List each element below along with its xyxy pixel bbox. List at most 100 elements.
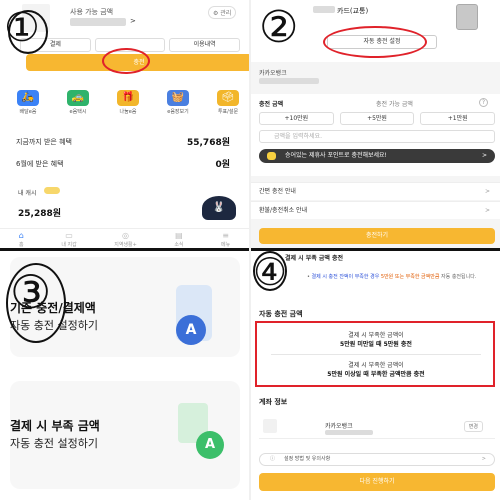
easy-charge-guide-row[interactable]: 간편 충전 안내 >	[251, 182, 500, 200]
help-icon[interactable]: ?	[479, 98, 488, 107]
auto-badge-icon: A	[196, 431, 224, 459]
bank-name: 카카오뱅크	[259, 70, 287, 77]
chevron-right-icon: >	[484, 188, 490, 195]
panel-4-shortfall-settings: 결제 시 부족 금액 충전 ④ • 결제 시 충전 잔액이 부족한 경우 5만원…	[251, 251, 500, 500]
benefit-total-value: 55,768원	[186, 138, 230, 148]
vertical-divider	[249, 0, 251, 500]
account-row: 카카오뱅크 변경	[259, 415, 495, 439]
next-button[interactable]: 다음 진행하기	[259, 473, 495, 491]
chevron-right-icon[interactable]: >	[130, 17, 136, 25]
shortfall-notice: • 결제 시 충전 잔액이 부족한 경우 5만원 또는 부족한 금액만큼 자동 …	[307, 274, 477, 280]
chevron-right-icon: >	[484, 207, 490, 214]
charge-submit-button[interactable]: 충전하기	[259, 228, 495, 244]
highlight-charge-oval	[102, 48, 150, 74]
notice-lead: 결제 시 충전 잔액이 부족한 경우	[311, 274, 380, 280]
refund-guide-row[interactable]: 환불/충전취소 안내 >	[251, 201, 500, 219]
notice-tail: 자동 충전됩니다.	[441, 274, 477, 280]
option-line: 결제 시 부족한 금액이	[348, 332, 404, 339]
shortcut-label: e음장보기	[167, 109, 189, 115]
add-100k-button[interactable]: +10만원	[259, 112, 334, 125]
cash-value: 25,288원	[18, 209, 62, 219]
panel-1-wallet-home: 사용 가능 금액 ⚙ 관리 > 결제 이용내역 충전 ① 🛵 배달e음 🚕 e음…	[0, 0, 249, 249]
basket-icon: 🧺	[167, 90, 189, 106]
history-button[interactable]: 이용내역	[169, 38, 241, 52]
available-amount-label: 사용 가능 금액	[70, 8, 114, 16]
menu-row-label: 간편 충전 안내	[259, 188, 296, 195]
tab-menu[interactable]: ≡ 메뉴	[221, 229, 230, 248]
benefit-june-label: 6월에 받은 혜택	[16, 160, 64, 168]
masked-account	[325, 430, 373, 435]
option-line-bold: 5만원 이상일 때 부족한 금액만큼 충전	[327, 371, 425, 378]
manage-button[interactable]: ⚙ 관리	[208, 6, 237, 19]
bottom-tab-bar: ⌂ 홈 ▭ 내 지갑 ◎ 지역생활+ ▤ 소식 ≡ 메뉴	[0, 228, 249, 248]
amount-input[interactable]: 금액을 입력하세요.	[259, 130, 495, 143]
chat-icon	[267, 152, 276, 160]
divider	[271, 354, 481, 355]
chevron-right-icon: >	[481, 456, 486, 462]
charge-amount-label: 충전 금액	[259, 101, 284, 108]
benefit-june-row[interactable]: 6월에 받은 혜택 0원	[6, 152, 240, 174]
charge-available-label: 충전 가능 금액	[376, 101, 413, 108]
delivery-icon: 🛵	[17, 90, 39, 106]
card-image	[456, 4, 478, 30]
benefit-june-value: 0원	[215, 160, 230, 170]
shortcut-taxi[interactable]: 🚕 e음택시	[58, 90, 98, 115]
account-info-heading: 계좌 정보	[259, 398, 288, 406]
info-icon: ⓘ	[270, 456, 276, 462]
masked-account	[259, 78, 319, 84]
shortcut-label: 투표/설문	[217, 109, 239, 115]
shortcut-market[interactable]: 🧺 e음장보기	[158, 90, 198, 115]
step-number-4: ④	[253, 251, 288, 294]
cash-label: 내 캐시	[18, 190, 37, 197]
option2-title: 결제 시 부족 금액	[10, 419, 100, 433]
cash-badge	[44, 187, 60, 194]
mascot-icon: 🐰	[202, 196, 236, 220]
add-10k-button[interactable]: +1만원	[420, 112, 496, 125]
tab-news[interactable]: ▤ 소식	[174, 229, 183, 248]
settings-guide-row[interactable]: ⓘ 설정 방법 및 유의사항 >	[259, 453, 495, 466]
shortcut-label: 배달e음	[19, 109, 37, 115]
step-number-1: ①	[4, 5, 40, 51]
shortcut-delivery[interactable]: 🛵 배달e음	[8, 90, 48, 115]
benefit-panel: 지금까지 받은 혜택 55,768원 6월에 받은 혜택 0원	[6, 128, 244, 178]
step-number-2: ②	[259, 2, 299, 53]
card-title: 카드(교통)	[337, 7, 369, 15]
tab-wallet[interactable]: ▭ 내 지갑	[61, 229, 76, 248]
highlight-auto-charge-oval	[323, 26, 427, 58]
vote-icon: 🗳	[217, 90, 239, 106]
change-account-button[interactable]: 변경	[463, 421, 483, 432]
auto-badge-icon: A	[176, 315, 206, 345]
points-notice-banner[interactable]: 승어있는 제휴사 포인트로 충전해보세요! >	[259, 149, 495, 163]
option-under-50k[interactable]: 결제 시 부족한 금액이 5만원 미만일 때 5만원 충전	[265, 331, 487, 349]
tab-home[interactable]: ⌂ 홈	[19, 229, 24, 248]
chevron-right-icon: >	[481, 152, 487, 159]
home-icon: ⌂	[18, 231, 24, 240]
panel-3-auto-charge-type: 기존 충전/결제액 자동 충전 설정하기 A ③ 결제 시 부족 금액 자동 충…	[0, 251, 249, 500]
taxi-icon: 🚕	[67, 90, 89, 106]
news-icon: ▤	[175, 231, 183, 240]
notice-text: 승어있는 제휴사 포인트로 충전해보세요!	[285, 152, 387, 159]
benefit-total-label: 지금까지 받은 혜택	[16, 138, 72, 146]
shortcut-share[interactable]: 🎁 나눔e음	[108, 90, 148, 115]
masked-card-name	[313, 6, 335, 13]
option2-subtitle: 자동 충전 설정하기	[10, 437, 98, 450]
option-line-bold: 5만원 미만일 때 5만원 충전	[340, 341, 412, 348]
settings-guide-label: 설정 방법 및 유의사항	[284, 456, 331, 462]
benefit-total-row[interactable]: 지금까지 받은 혜택 55,768원	[6, 130, 240, 152]
bank-logo	[263, 419, 277, 433]
shortcut-label: e음택시	[69, 109, 87, 115]
masked-balance	[70, 18, 126, 26]
cash-panel[interactable]: 내 캐시 25,288원 🐰	[6, 182, 244, 222]
add-50k-button[interactable]: +5만원	[339, 112, 415, 125]
auto-charge-amount-heading: 자동 충전 금액	[259, 310, 303, 318]
shortcut-label: 나눔e음	[119, 109, 137, 115]
tab-local[interactable]: ◎ 지역생활+	[114, 229, 137, 248]
account-bank: 카카오뱅크	[325, 423, 353, 430]
menu-icon: ≡	[222, 231, 229, 240]
charge-form: 충전 금액 충전 가능 금액 ? +10만원 +5만원 +1만원 금액을 입력하…	[251, 94, 500, 176]
option-over-50k[interactable]: 결제 시 부족한 금액이 5만원 이상일 때 부족한 금액만큼 충전	[265, 361, 487, 379]
notice-emphasis: 5만원 또는 부족한 금액만큼	[380, 274, 440, 280]
step-number-3: ③	[10, 265, 52, 319]
option-line: 결제 시 부족한 금액이	[348, 362, 404, 369]
shortcut-vote[interactable]: 🗳 투표/설문	[208, 90, 248, 115]
